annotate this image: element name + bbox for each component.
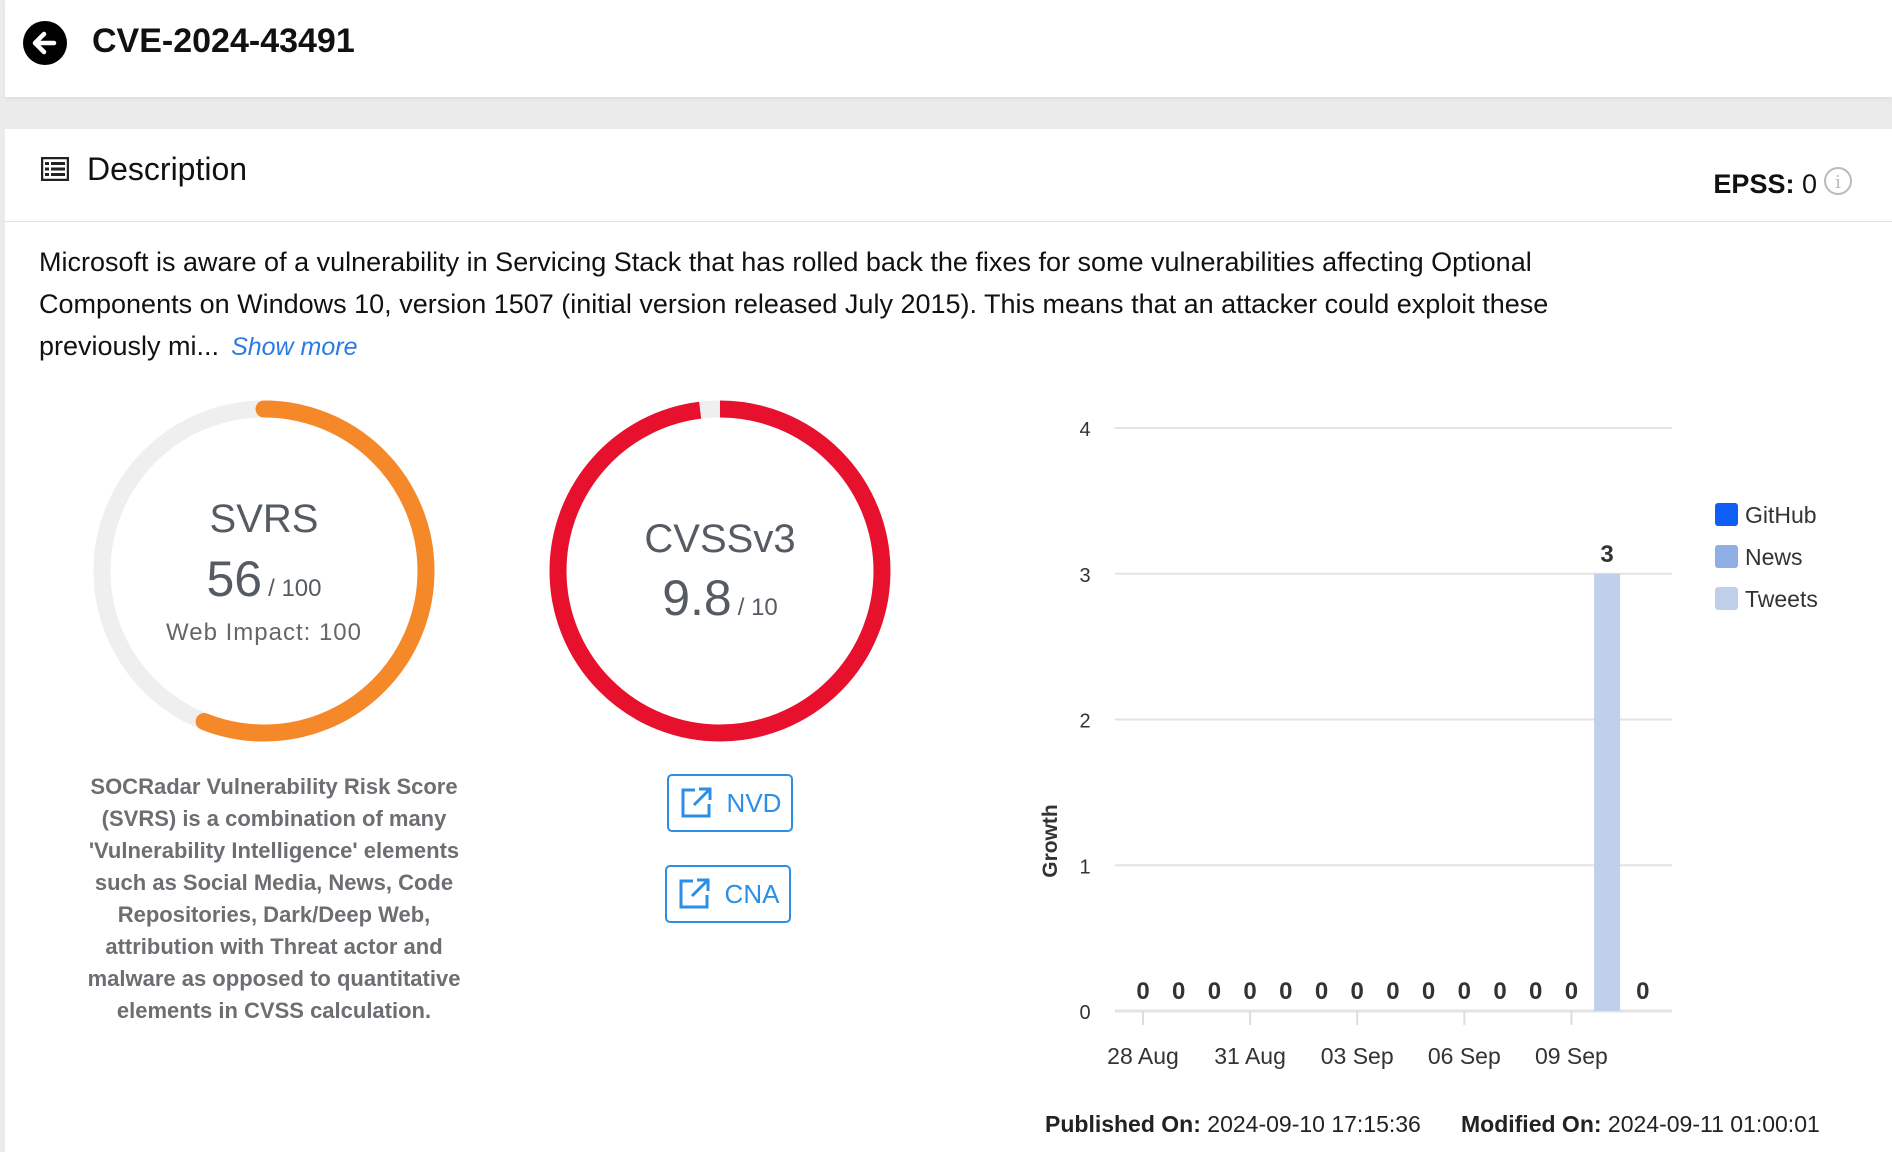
y-tick-label: 3 (1079, 565, 1090, 587)
data-label: 0 (1136, 978, 1149, 1005)
page-header: CVE-2024-43491 (5, 0, 1892, 97)
data-label: 0 (1565, 978, 1578, 1005)
modified-date: Modified On: 2024-09-11 01:00:01 (1461, 1111, 1820, 1138)
data-label: 0 (1386, 978, 1399, 1005)
y-tick-label: 0 (1079, 1002, 1090, 1024)
data-label: 0 (1636, 978, 1649, 1005)
legend-label-news: News (1745, 544, 1803, 570)
back-button[interactable] (23, 21, 67, 65)
x-tick-label: 09 Sep (1535, 1043, 1608, 1069)
x-tick-label: 31 Aug (1214, 1043, 1286, 1069)
legend-swatch-tweets (1715, 587, 1738, 610)
data-label: 0 (1208, 978, 1221, 1005)
y-tick-label: 1 (1079, 856, 1090, 878)
legend-label-github: GitHub (1745, 502, 1817, 528)
arrow-left-icon (32, 31, 57, 55)
data-label: 0 (1351, 978, 1364, 1005)
y-tick-label: 4 (1079, 419, 1090, 441)
modified-label: Modified On: (1461, 1111, 1602, 1137)
page-title: CVE-2024-43491 (92, 22, 355, 60)
data-label: 0 (1243, 978, 1256, 1005)
data-label: 0 (1172, 978, 1185, 1005)
y-tick-label: 2 (1079, 711, 1090, 733)
description-card: Description EPSS: 0 i Microsoft is aware… (5, 129, 1892, 1152)
published-value: 2024-09-10 17:15:36 (1207, 1111, 1421, 1137)
published-label: Published On: (1045, 1111, 1201, 1137)
data-label: 0 (1529, 978, 1542, 1005)
data-label: 3 (1600, 541, 1613, 568)
data-label: 0 (1315, 978, 1328, 1005)
legend-swatch-news (1715, 545, 1738, 568)
data-label: 0 (1422, 978, 1435, 1005)
x-tick-label: 06 Sep (1428, 1043, 1501, 1069)
y-axis-label: Growth (1039, 804, 1062, 878)
data-label: 0 (1493, 978, 1506, 1005)
bar-tweets (1594, 573, 1621, 1011)
modified-value: 2024-09-11 01:00:01 (1607, 1111, 1820, 1137)
data-label: 0 (1279, 978, 1292, 1005)
x-tick-label: 03 Sep (1321, 1043, 1394, 1069)
data-label: 0 (1458, 978, 1471, 1005)
x-tick-label: 28 Aug (1107, 1043, 1179, 1069)
growth-chart: 01234Growth028 Aug0 0 031 Aug0 0 003 Sep0 0 00… (1039, 419, 1818, 1069)
legend-swatch-github (1715, 503, 1738, 526)
legend-label-tweets: Tweets (1745, 586, 1818, 612)
published-date: Published On: 2024-09-10 17:15:36 (1045, 1111, 1421, 1138)
